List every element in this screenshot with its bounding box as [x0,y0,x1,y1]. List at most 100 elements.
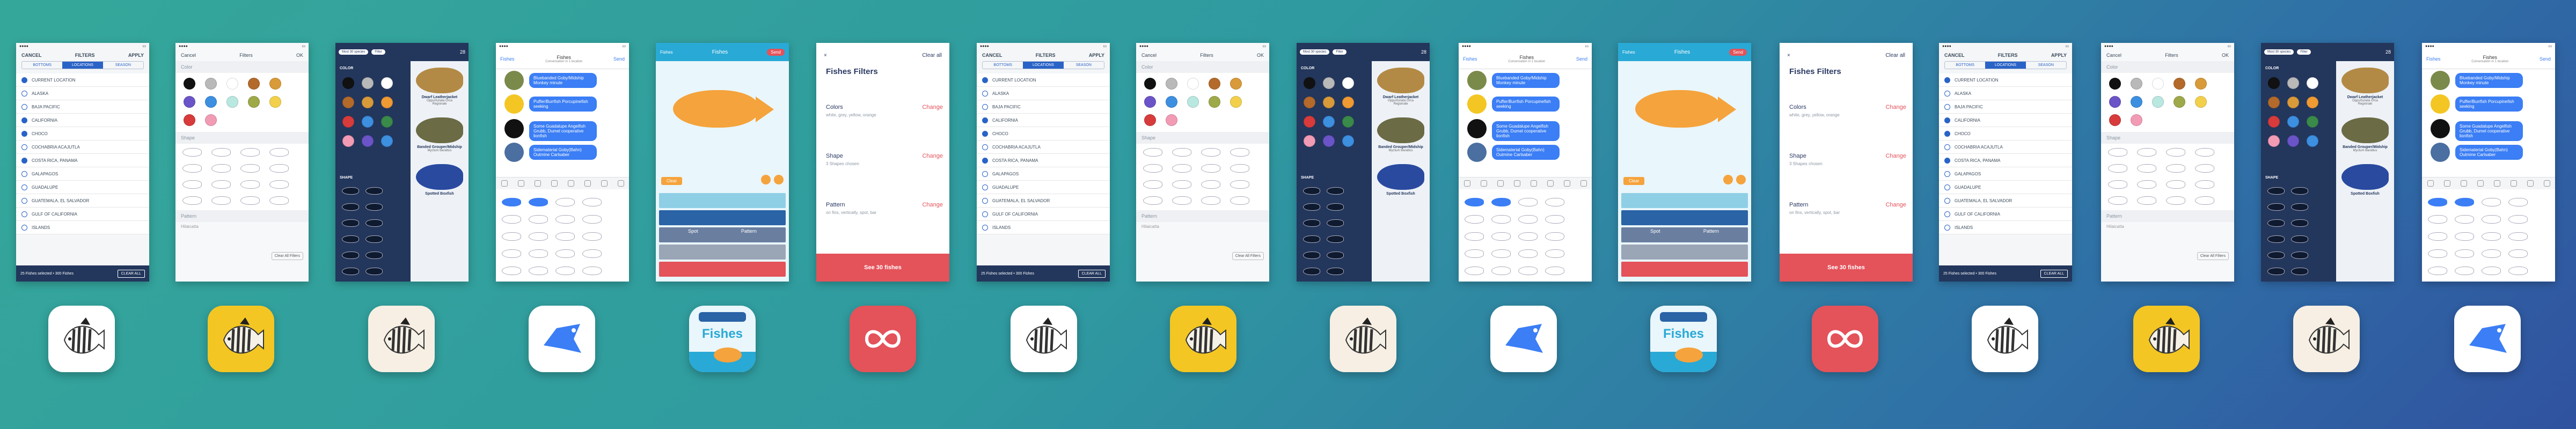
fish-sticker[interactable] [502,267,521,275]
fish-sticker[interactable] [582,267,602,275]
color-swatch[interactable] [2307,135,2318,147]
fish-sticker[interactable] [2428,198,2447,206]
fish-sticker[interactable] [1545,249,1564,258]
pill-button[interactable]: Filter [1333,49,1346,55]
fish-shape-option[interactable] [2137,180,2156,189]
checkbox-icon[interactable] [1944,117,1950,123]
toolbar-icon[interactable] [567,180,574,187]
see-fishes-button[interactable]: See 30 fishes [816,254,949,282]
color-swatch[interactable] [1144,96,1156,108]
fish-shape-option[interactable] [182,164,202,173]
location-row[interactable]: GALAPAGOS [977,167,1110,181]
color-swatch[interactable] [2174,78,2185,90]
fish-sticker[interactable] [2508,249,2528,258]
toolbar-icon[interactable] [1463,180,1470,187]
fish-shape-option[interactable] [1230,164,1249,173]
fish-shape-option[interactable] [269,148,289,157]
toolbar-icon[interactable] [1580,180,1587,187]
fish-shape-option[interactable] [1143,196,1162,205]
fish-shape-option[interactable] [211,148,231,157]
ok-button[interactable]: OK [2222,53,2229,58]
color-swatch[interactable] [2307,116,2318,128]
fish-sticker[interactable] [502,215,521,224]
fish-sticker[interactable] [502,198,521,206]
cancel-button[interactable]: Cancel [181,53,196,58]
segment-0[interactable]: BOTTOMS [1945,62,1985,69]
builder-palette-row[interactable] [659,262,786,277]
change-button[interactable]: Change [922,153,943,159]
color-swatch[interactable] [2287,116,2299,128]
butterfly-cream-icon[interactable] [2293,306,2360,372]
species-card[interactable]: Spotted Boxfish [1374,164,1428,196]
color-swatch[interactable] [248,78,260,90]
fish-sticker[interactable] [1465,249,1484,258]
fish-shape-option[interactable] [365,203,383,211]
tool-icon[interactable] [774,175,784,184]
fish-shape-option[interactable] [2108,148,2127,157]
species-card[interactable]: Dwarf Leatherjacket Oppurtunata Orca Regio… [1374,68,1428,106]
fish-shape-option[interactable] [1303,252,1320,259]
fish-sticker[interactable] [1491,198,1511,206]
clear-all-button[interactable]: CLEAR ALL [117,269,145,278]
color-swatch[interactable] [381,135,393,147]
fish-shape-option[interactable] [1327,252,1344,259]
location-row[interactable]: COCHABRIA ACAJUTLA [977,140,1110,154]
color-swatch[interactable] [342,77,354,89]
send-button[interactable]: Send [613,56,625,62]
checkbox-icon[interactable] [21,171,27,177]
fish-shape-option[interactable] [1303,203,1320,211]
checkbox-icon[interactable] [982,197,988,204]
fishes-app-icon[interactable]: Fishes [689,306,756,372]
segment-0[interactable]: BOTTOMS [22,62,62,69]
fish-shape-option[interactable] [365,187,383,195]
checkbox-icon[interactable] [21,117,27,123]
close-icon[interactable]: × [1787,53,1790,58]
segment-1[interactable]: LOCATIONS [1985,62,2026,69]
fish-shape-option[interactable] [240,196,260,205]
color-swatch[interactable] [381,97,393,108]
fish-shape-option[interactable] [2166,164,2185,173]
ok-button[interactable]: OK [296,53,303,58]
color-swatch[interactable] [1342,77,1354,89]
toolbar-icon[interactable] [1563,180,1570,187]
fish-sticker[interactable] [529,232,548,241]
fish-sticker[interactable] [2482,198,2501,206]
fish-shape-option[interactable] [1201,148,1220,157]
fish-sticker[interactable] [2508,267,2528,275]
color-swatch[interactable] [342,135,354,147]
color-swatch[interactable] [2109,78,2121,90]
butterfly-yellow-icon[interactable] [208,306,274,372]
color-swatch[interactable] [2195,78,2207,90]
location-row[interactable]: ALASKA [16,87,149,100]
checkbox-icon[interactable] [1944,211,1950,217]
toolbar-icon[interactable] [2527,180,2534,187]
location-row[interactable]: CALIFORNIA [1939,114,2072,127]
species-card[interactable]: Dwarf Leatherjacket Oppurtunata Orca Regio… [413,68,466,106]
checkbox-icon[interactable] [21,184,27,190]
checkbox-icon[interactable] [1944,144,1950,150]
species-card[interactable]: Spotted Boxfish [2338,164,2392,196]
toolbar-icon[interactable] [2510,180,2517,187]
checkbox-icon[interactable] [1944,197,1950,204]
fish-shape-option[interactable] [1201,164,1220,173]
fish-sticker[interactable] [2455,232,2474,241]
checkbox-icon[interactable] [982,157,988,164]
fish-shape-option[interactable] [342,203,359,211]
fish-shape-option[interactable] [1303,268,1320,275]
checkbox-icon[interactable] [982,211,988,217]
checkbox-icon[interactable] [21,90,27,97]
fish-shape-option[interactable] [2291,235,2308,243]
fish-sticker[interactable] [1491,249,1511,258]
butterfly-yellow-icon[interactable] [2133,306,2200,372]
checkbox-icon[interactable] [21,224,27,231]
fish-sticker[interactable] [2482,249,2501,258]
fish-shape-option[interactable] [1327,235,1344,243]
location-row[interactable]: COSTA RICA, PANAMA [1939,154,2072,167]
tool-icon[interactable] [1736,175,1746,184]
fish-sticker[interactable] [2455,249,2474,258]
color-swatch[interactable] [362,116,374,128]
checkbox-icon[interactable] [1944,171,1950,177]
location-row[interactable]: GUADALUPE [1939,181,2072,194]
fish-shape-option[interactable] [2195,164,2214,173]
location-row[interactable]: ISLANDS [977,221,1110,234]
